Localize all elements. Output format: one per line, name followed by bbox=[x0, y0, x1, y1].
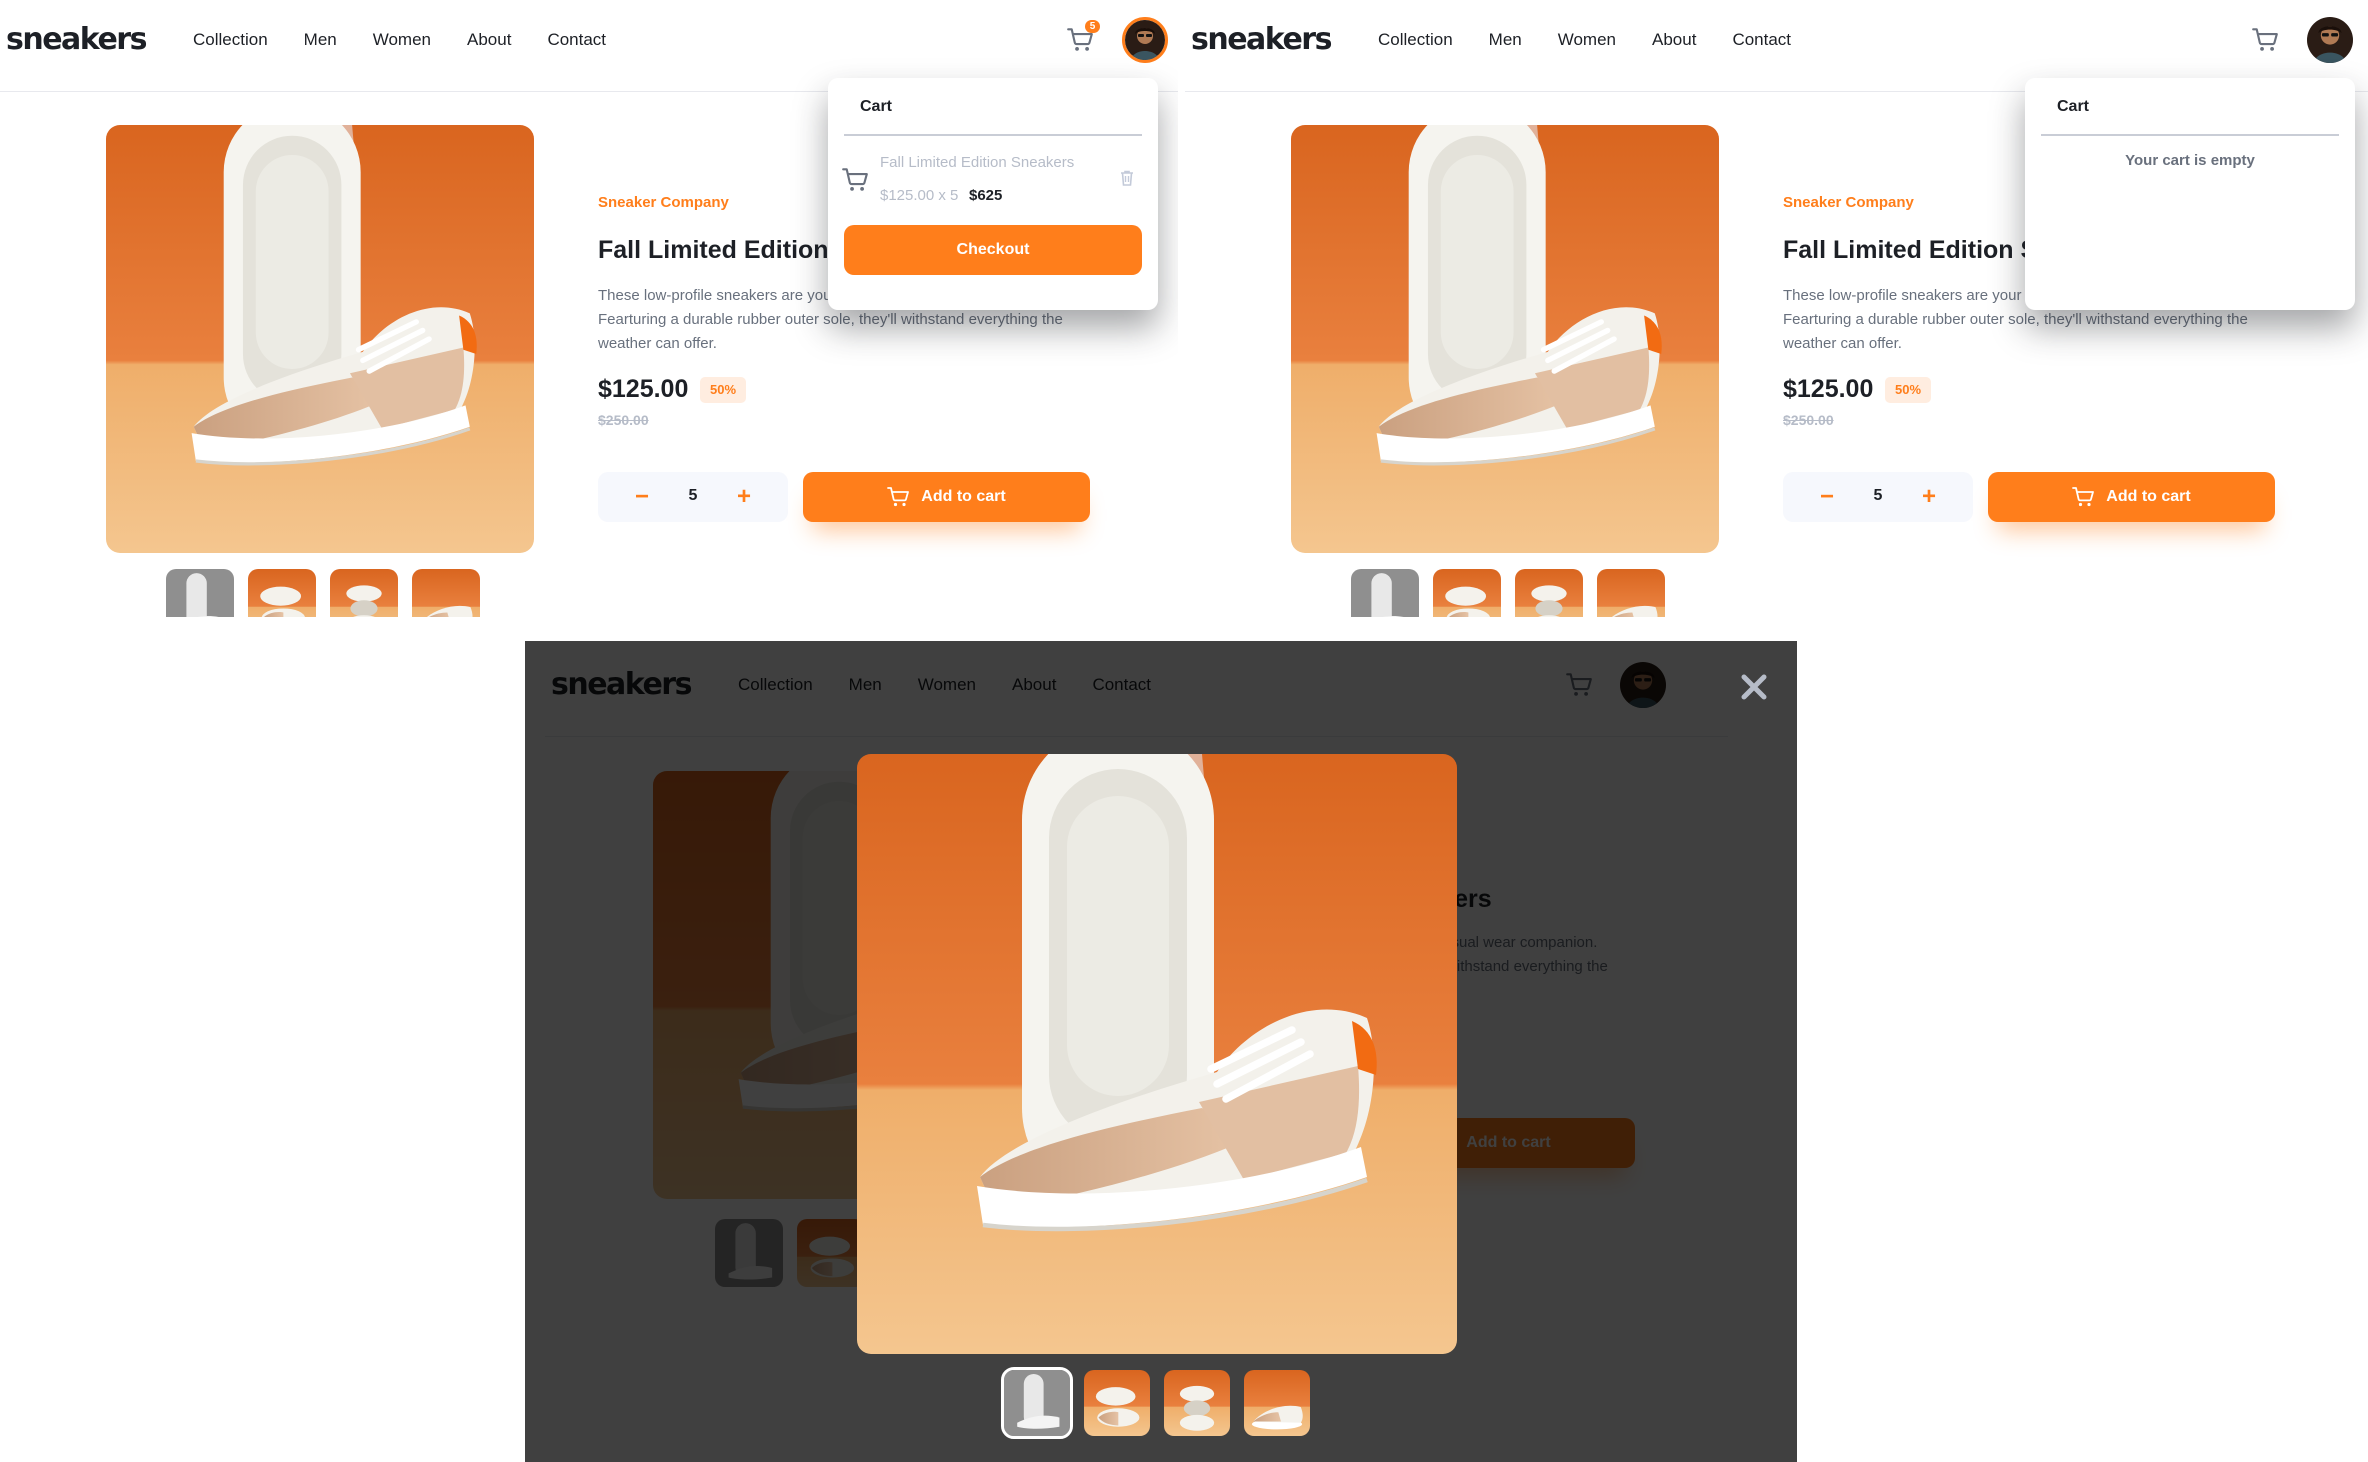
nav-contact[interactable]: Contact bbox=[1732, 30, 1791, 50]
original-price: $250.00 bbox=[1783, 412, 1834, 428]
product-page: sneakers Collection Men Women About Cont… bbox=[0, 0, 1178, 617]
nav-about[interactable]: About bbox=[1652, 30, 1696, 50]
increase-button[interactable]: + bbox=[726, 480, 762, 514]
discount-badge: 50% bbox=[700, 377, 746, 403]
quantity-stepper: − 5 + bbox=[598, 472, 788, 522]
nav-women[interactable]: Women bbox=[373, 30, 431, 50]
thumbnail-strip bbox=[166, 569, 480, 617]
cart-empty-message: Your cart is empty bbox=[2125, 152, 2255, 169]
thumbnail-2[interactable] bbox=[1433, 569, 1501, 617]
lightbox-thumbnail-1[interactable] bbox=[1001, 1367, 1073, 1439]
thumbnail-4[interactable] bbox=[1597, 569, 1665, 617]
trash-icon[interactable] bbox=[1120, 170, 1134, 186]
avatar[interactable] bbox=[1122, 17, 1168, 63]
thumbnail-4[interactable] bbox=[412, 569, 480, 617]
logo[interactable]: sneakers bbox=[6, 22, 147, 57]
cart-title: Cart bbox=[2057, 98, 2090, 115]
thumbnail-2[interactable] bbox=[248, 569, 316, 617]
increase-button[interactable]: + bbox=[1911, 480, 1947, 514]
panel-cart-filled: sneakers Collection Men Women About Cont… bbox=[0, 0, 1178, 617]
original-price: $250.00 bbox=[598, 412, 649, 428]
close-button[interactable] bbox=[1738, 671, 1770, 703]
current-price: $125.00 bbox=[598, 375, 689, 403]
main-nav: Collection Men Women About Contact bbox=[193, 30, 606, 50]
logo[interactable]: sneakers bbox=[1191, 22, 1332, 57]
cart-button[interactable]: 5 bbox=[1067, 20, 1100, 56]
cart-icon bbox=[2072, 487, 2094, 507]
cart-item-thumbnail bbox=[842, 168, 868, 192]
lightbox-thumbnail-2[interactable] bbox=[1084, 1370, 1150, 1436]
nav-men[interactable]: Men bbox=[1489, 30, 1522, 50]
product-main-image[interactable] bbox=[106, 125, 534, 553]
discount-badge: 50% bbox=[1885, 377, 1931, 403]
cart-button[interactable] bbox=[2252, 24, 2284, 56]
company-name: Sneaker Company bbox=[598, 194, 729, 211]
main-nav: Collection Men Women About Contact bbox=[1378, 30, 1791, 50]
cart-divider bbox=[2041, 134, 2339, 136]
lightbox-thumbnail-3[interactable] bbox=[1164, 1370, 1230, 1436]
nav-collection[interactable]: Collection bbox=[1378, 30, 1453, 50]
nav-men[interactable]: Men bbox=[304, 30, 337, 50]
nav-women[interactable]: Women bbox=[1558, 30, 1616, 50]
add-to-cart-label: Add to cart bbox=[2106, 488, 2191, 505]
cart-divider bbox=[844, 134, 1142, 136]
panel-lightbox: sneakers Collection Men Women About Cont… bbox=[525, 641, 1797, 1462]
cart-item-calc: $125.00 x 5 bbox=[880, 187, 959, 204]
thumbnail-1[interactable] bbox=[166, 569, 234, 617]
thumbnail-3[interactable] bbox=[1515, 569, 1583, 617]
quantity-stepper: − 5 + bbox=[1783, 472, 1973, 522]
cart-icon bbox=[887, 487, 909, 507]
cart-title: Cart bbox=[860, 98, 893, 115]
add-to-cart-button[interactable]: Add to cart bbox=[1988, 472, 2275, 522]
add-to-cart-button[interactable]: Add to cart bbox=[803, 472, 1090, 522]
nav-collection[interactable]: Collection bbox=[193, 30, 268, 50]
lightbox-thumbnail-4[interactable] bbox=[1244, 1370, 1310, 1436]
lightbox-image[interactable] bbox=[857, 754, 1457, 1354]
cart-dropdown: Cart Fall Limited Edition Sneakers $125.… bbox=[828, 78, 1158, 310]
product-page: sneakers Collection Men Women About Cont… bbox=[1185, 0, 2368, 617]
cart-badge: 5 bbox=[1085, 20, 1100, 33]
cart-dropdown: Cart Your cart is empty bbox=[2025, 78, 2355, 310]
close-icon bbox=[1741, 674, 1767, 700]
product-main-image[interactable] bbox=[1291, 125, 1719, 553]
cart-item-name: Fall Limited Edition Sneakers bbox=[880, 154, 1075, 171]
cart-icon bbox=[2252, 28, 2278, 52]
cart-item-total: $625 bbox=[969, 187, 1003, 204]
thumbnail-strip bbox=[1351, 569, 1665, 617]
current-price: $125.00 bbox=[1783, 375, 1874, 403]
thumbnail-3[interactable] bbox=[330, 569, 398, 617]
company-name: Sneaker Company bbox=[1783, 194, 1914, 211]
lightbox-thumbnail-strip bbox=[1001, 1367, 1310, 1439]
nav-contact[interactable]: Contact bbox=[547, 30, 606, 50]
avatar[interactable] bbox=[2307, 17, 2353, 63]
add-to-cart-label: Add to cart bbox=[921, 488, 1006, 505]
checkout-button[interactable]: Checkout bbox=[844, 225, 1142, 275]
nav-about[interactable]: About bbox=[467, 30, 511, 50]
panel-cart-empty: sneakers Collection Men Women About Cont… bbox=[1185, 0, 2368, 617]
thumbnail-1[interactable] bbox=[1351, 569, 1419, 617]
